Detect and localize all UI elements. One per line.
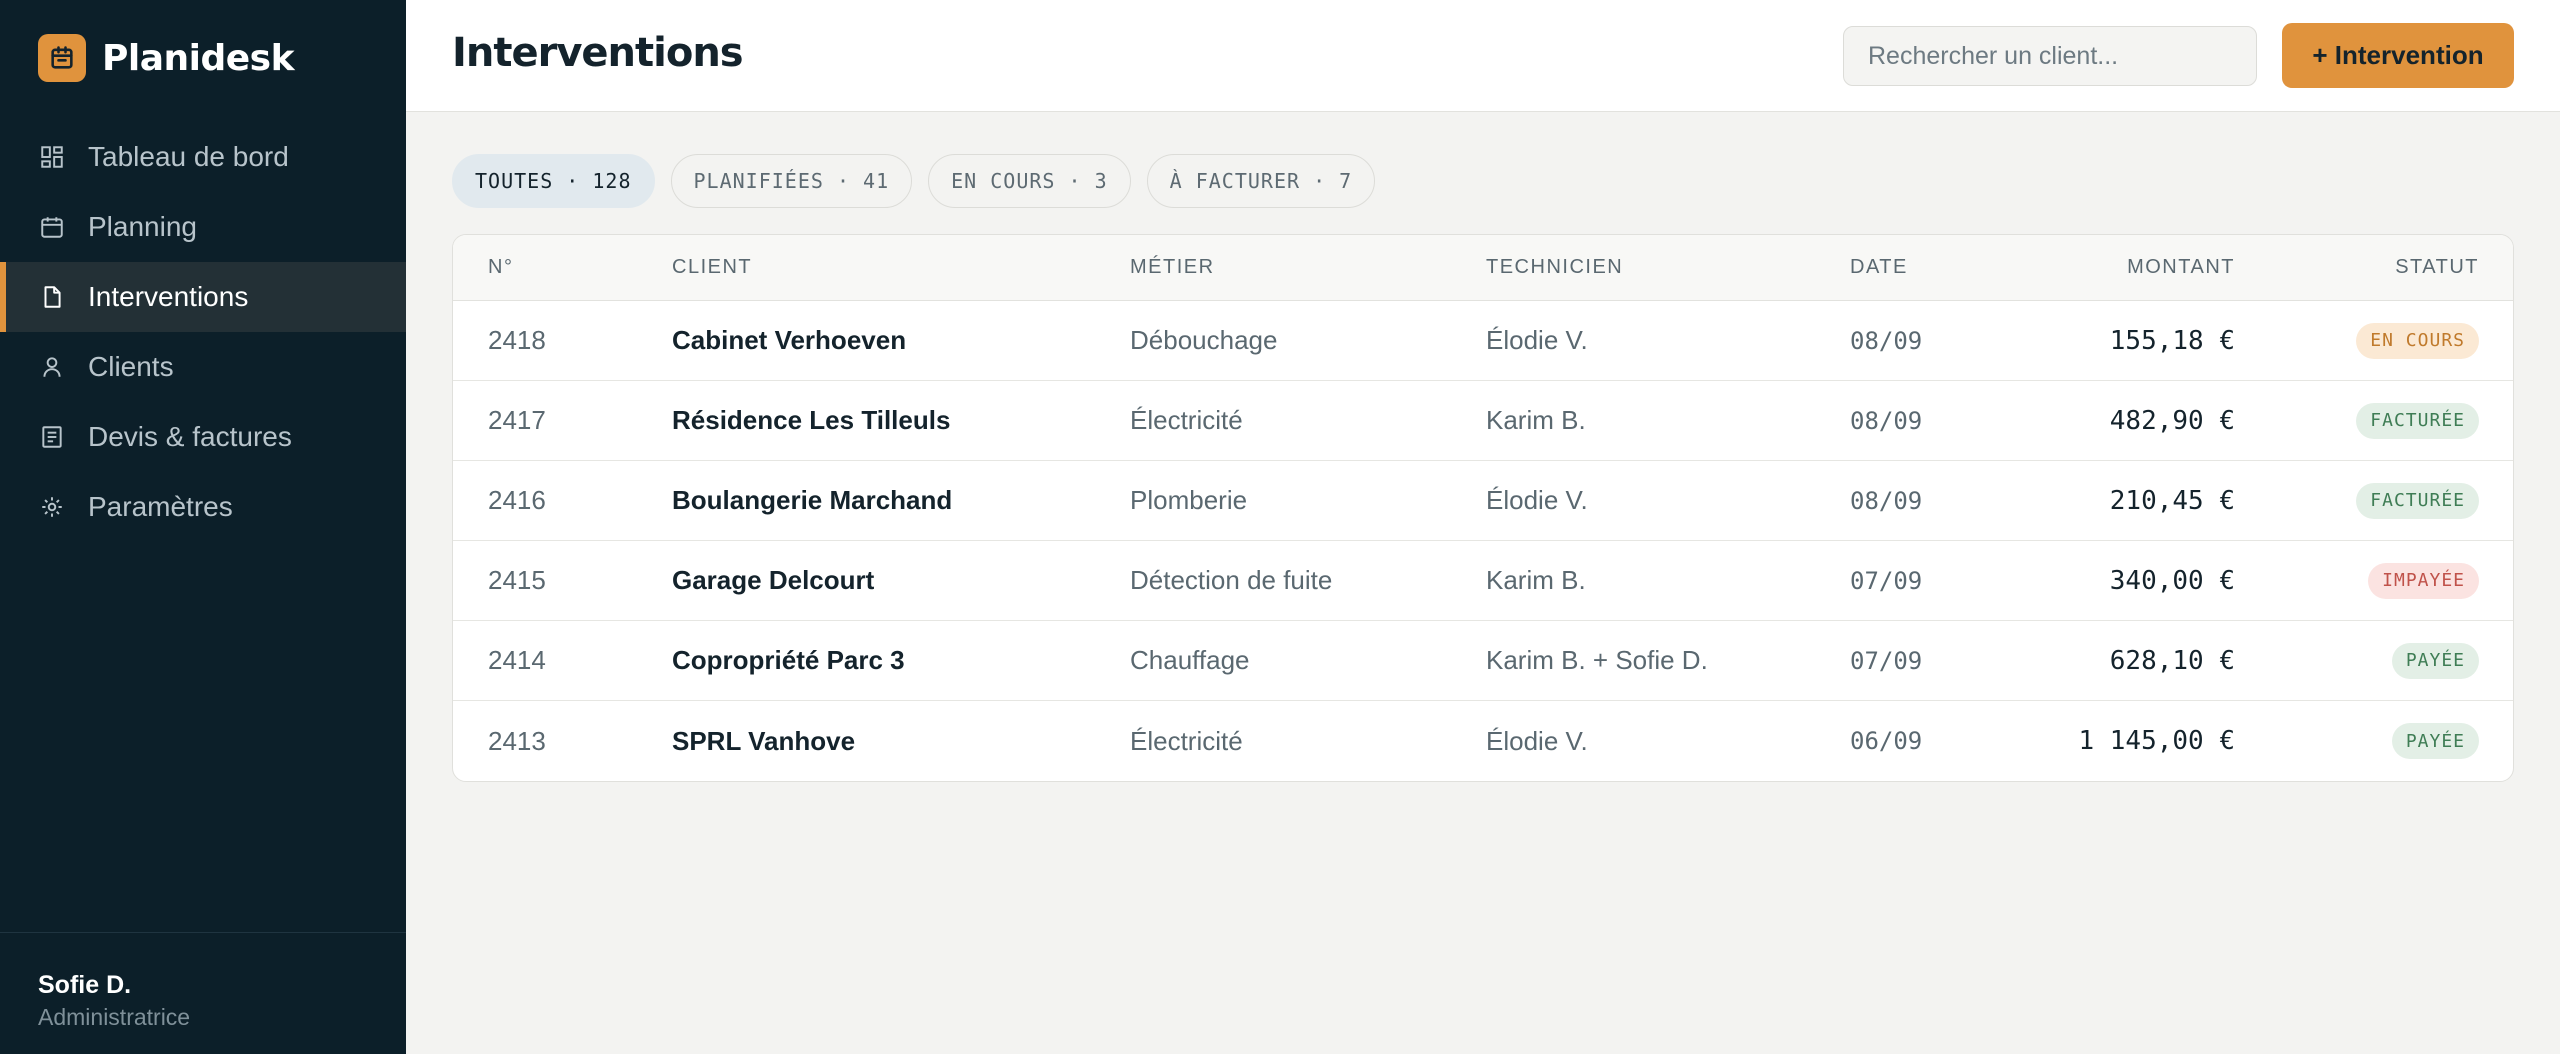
sidebar-item-interventions[interactable]: Interventions [0, 262, 406, 332]
cell-num: 2417 [488, 405, 546, 435]
filter-chip-toutes[interactable]: TOUTES · 128 [452, 154, 655, 208]
cell-client: Résidence Les Tilleuls [672, 405, 951, 435]
cell-metier: Électricité [1130, 725, 1243, 756]
cell-metier: Débouchage [1130, 325, 1278, 355]
calendar-icon [38, 34, 86, 82]
filter-chips: TOUTES · 128 PLANIFIÉES · 41 EN COURS · … [452, 154, 1391, 208]
column-header-metier[interactable]: MÉTIER [1130, 235, 1215, 300]
cell-date: 06/09 [1850, 727, 1923, 755]
brand[interactable]: Planidesk [38, 34, 295, 82]
table-row[interactable]: 2413 SPRL Vanhove Électricité Élodie V. … [453, 701, 2513, 781]
sidebar-item-planning[interactable]: Planning [0, 192, 406, 262]
top-header: Interventions + Intervention [406, 0, 2560, 112]
cell-technicien: Karim B. + Sofie D. [1486, 645, 1708, 675]
cell-montant: 482,90 € [2109, 405, 2235, 436]
filter-chip-en-cours[interactable]: EN COURS · 3 [928, 154, 1131, 208]
column-header-num[interactable]: N° [488, 235, 513, 300]
cell-statut: FACTURÉE [2356, 381, 2479, 460]
sidebar-item-label: Clients [88, 351, 174, 382]
cell-statut: FACTURÉE [2356, 461, 2479, 540]
sidebar-item-parametres[interactable]: Paramètres [0, 472, 406, 542]
filter-chip-a-facturer[interactable]: À FACTURER · 7 [1146, 154, 1376, 208]
sidebar-item-label: Tableau de bord [88, 141, 289, 172]
user-role: Administratrice [38, 1004, 191, 1030]
cell-metier: Détection de fuite [1130, 565, 1333, 595]
sidebar: Planidesk Tableau de bord Planning Inter… [0, 0, 406, 1054]
cell-num: 2413 [488, 725, 546, 756]
filter-chip-planifiees[interactable]: PLANIFIÉES · 41 [670, 154, 913, 208]
invoice-icon [38, 423, 66, 451]
status-badge: PAYÉE [2391, 642, 2479, 679]
cell-client: Copropriété Parc 3 [672, 645, 905, 675]
table-row[interactable]: 2415 Garage Delcourt Détection de fuite … [453, 541, 2513, 621]
cell-technicien: Karim B. [1486, 565, 1586, 595]
status-badge: EN COURS [2356, 322, 2479, 359]
cell-montant: 210,45 € [2109, 485, 2235, 516]
sidebar-item-dashboard[interactable]: Tableau de bord [0, 122, 406, 192]
sidebar-nav: Tableau de bord Planning Interventions C… [0, 122, 406, 542]
search-input[interactable] [1843, 26, 2257, 86]
user-profile[interactable]: Sofie D. Administratrice [0, 932, 406, 1054]
cell-statut: EN COURS [2356, 301, 2479, 380]
sidebar-item-label: Interventions [88, 281, 249, 312]
sidebar-item-label: Planning [88, 211, 197, 242]
sidebar-item-clients[interactable]: Clients [0, 332, 406, 402]
cell-date: 08/09 [1850, 486, 1923, 515]
cell-metier: Chauffage [1130, 645, 1250, 675]
cell-statut: PAYÉE [2391, 701, 2479, 781]
column-header-client[interactable]: CLIENT [672, 235, 752, 300]
cell-client: Cabinet Verhoeven [672, 325, 907, 355]
table-row[interactable]: 2418 Cabinet Verhoeven Débouchage Élodie… [453, 301, 2513, 381]
cell-technicien: Élodie V. [1486, 485, 1588, 515]
cell-technicien: Élodie V. [1486, 325, 1588, 355]
cell-statut: PAYÉE [2391, 621, 2479, 700]
brand-name: Planidesk [102, 37, 295, 79]
dashboard-icon [38, 143, 66, 171]
cell-metier: Électricité [1130, 405, 1243, 435]
column-header-date[interactable]: DATE [1850, 235, 1908, 300]
column-header-technicien[interactable]: TECHNICIEN [1486, 235, 1623, 300]
cell-client: Boulangerie Marchand [672, 485, 953, 515]
status-badge: FACTURÉE [2356, 482, 2479, 519]
cell-metier: Plomberie [1130, 485, 1248, 515]
cell-technicien: Karim B. [1486, 405, 1586, 435]
user-name: Sofie D. [38, 971, 132, 999]
cell-technicien: Élodie V. [1486, 725, 1588, 756]
cell-num: 2418 [488, 325, 546, 355]
cell-date: 08/09 [1850, 326, 1923, 355]
status-badge: IMPAYÉE [2368, 562, 2479, 599]
cell-montant: 1 145,00 € [2078, 726, 2235, 756]
table-row[interactable]: 2414 Copropriété Parc 3 Chauffage Karim … [453, 621, 2513, 701]
cell-client: SPRL Vanhove [672, 725, 856, 756]
cell-montant: 340,00 € [2109, 565, 2235, 596]
cell-date: 07/09 [1850, 646, 1923, 675]
cell-num: 2416 [488, 485, 546, 515]
cell-statut: IMPAYÉE [2368, 541, 2479, 620]
cell-client: Garage Delcourt [672, 565, 875, 595]
table-row[interactable]: 2417 Résidence Les Tilleuls Électricité … [453, 381, 2513, 461]
column-header-statut[interactable]: STATUT [2395, 235, 2479, 300]
status-badge: FACTURÉE [2356, 402, 2479, 439]
document-icon [38, 283, 66, 311]
interventions-table: N° CLIENT MÉTIER TECHNICIEN DATE MONTANT… [452, 234, 2514, 782]
sidebar-item-devis-factures[interactable]: Devis & factures [0, 402, 406, 472]
cell-montant: 628,10 € [2109, 645, 2235, 676]
cell-date: 08/09 [1850, 406, 1923, 435]
page-title: Interventions [452, 30, 744, 76]
add-intervention-button[interactable]: + Intervention [2282, 23, 2514, 88]
calendar-icon [38, 213, 66, 241]
settings-icon [38, 493, 66, 521]
table-header: N° CLIENT MÉTIER TECHNICIEN DATE MONTANT… [453, 235, 2513, 301]
table-row[interactable]: 2416 Boulangerie Marchand Plomberie Élod… [453, 461, 2513, 541]
cell-date: 07/09 [1850, 566, 1923, 595]
sidebar-item-label: Devis & factures [88, 421, 292, 452]
cell-montant: 155,18 € [2109, 325, 2235, 356]
cell-num: 2414 [488, 645, 546, 675]
column-header-montant[interactable]: MONTANT [2127, 235, 2235, 300]
cell-num: 2415 [488, 565, 546, 595]
status-badge: PAYÉE [2391, 723, 2479, 759]
sidebar-item-label: Paramètres [88, 491, 233, 522]
user-icon [38, 353, 66, 381]
